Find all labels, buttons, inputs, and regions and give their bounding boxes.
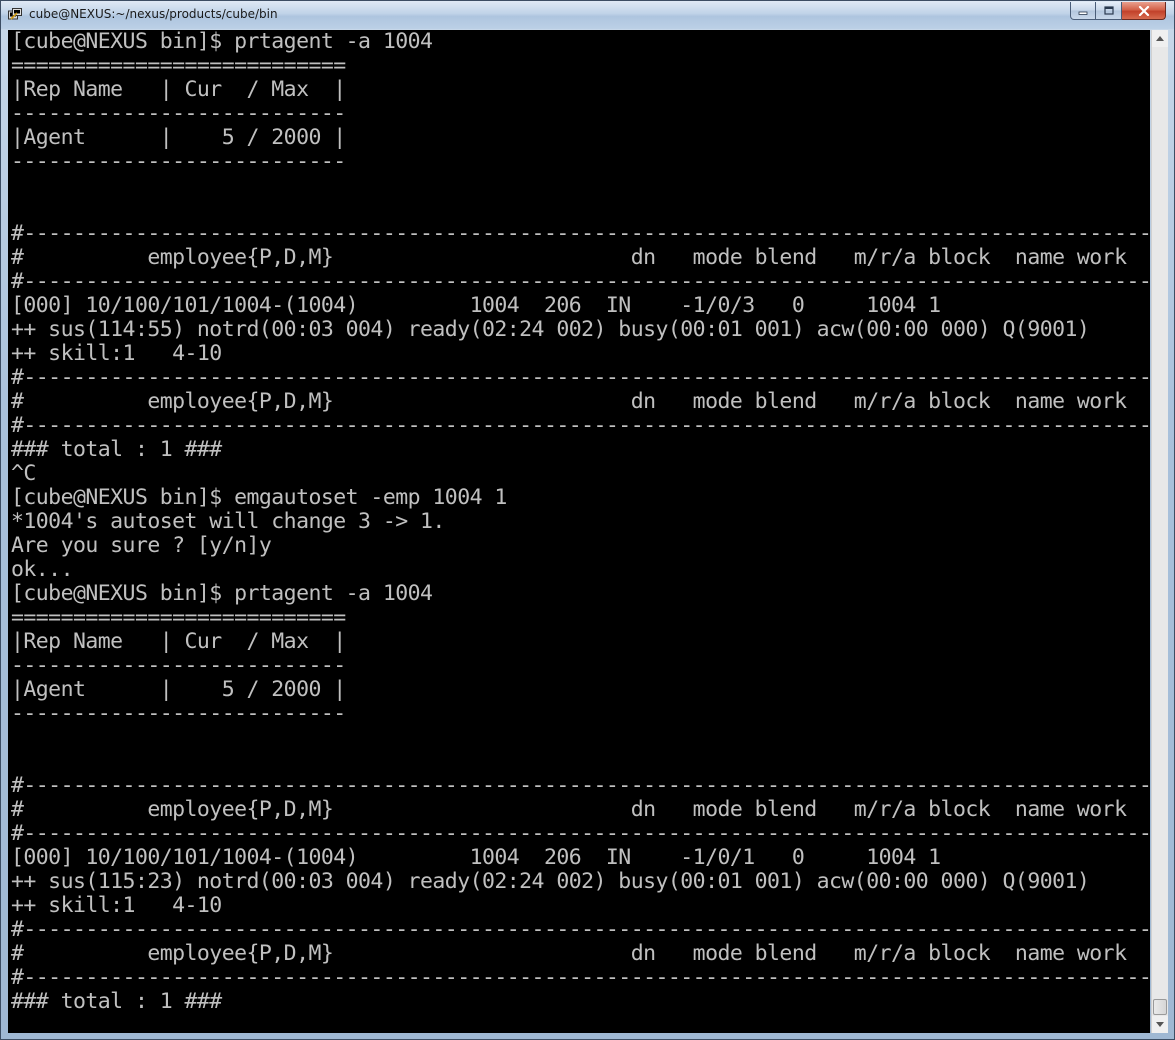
- terminal-line: ---------------------------: [11, 101, 346, 126]
- close-button[interactable]: [1122, 2, 1166, 20]
- terminal-line: #---------------------------------------…: [11, 917, 1150, 942]
- terminal-line: ++ skill:1 4-10: [11, 893, 222, 918]
- scroll-thumb[interactable]: [1153, 999, 1167, 1015]
- minimize-button[interactable]: [1070, 2, 1096, 20]
- terminal-line: Are you sure ? [y/n]y: [11, 533, 272, 558]
- terminal-line: ---------------------------: [11, 653, 346, 678]
- terminal-line: [000] 10/100/101/1004-(1004) 1004 206 IN…: [11, 293, 941, 318]
- terminal-line: #---------------------------------------…: [11, 413, 1150, 438]
- terminal-line: # employee{P,D,M} dn mode blend m/r/a bl…: [11, 797, 1127, 822]
- terminal-line: ### total : 1 ###: [11, 989, 222, 1014]
- terminal-line: #---------------------------------------…: [11, 773, 1150, 798]
- window-title: cube@NEXUS:~/nexus/products/cube/bin: [29, 7, 278, 21]
- terminal-line: ok...: [11, 557, 74, 582]
- scroll-up-button[interactable]: [1152, 30, 1168, 47]
- terminal-line: |Agent | 5 / 2000 |: [11, 125, 346, 150]
- terminal-line: |Agent | 5 / 2000 |: [11, 677, 346, 702]
- terminal-output[interactable]: [cube@NEXUS bin]$ prtagent -a 1004 ======…: [8, 30, 1150, 1033]
- terminal-line: # employee{P,D,M} dn mode blend m/r/a bl…: [11, 389, 1127, 414]
- terminal-line: ===========================: [11, 605, 346, 630]
- putty-terminal-icon: [8, 8, 22, 20]
- scroll-up-arrow-icon: [1156, 36, 1164, 41]
- terminal-line: ++ sus(115:23) notrd(00:03 004) ready(02…: [11, 869, 1090, 894]
- terminal-line: #---------------------------------------…: [11, 269, 1150, 294]
- vertical-scrollbar[interactable]: [1151, 30, 1168, 1033]
- terminal-line: |Rep Name | Cur / Max |: [11, 629, 346, 654]
- terminal-line: *1004's autoset will change 3 -> 1.: [11, 509, 445, 534]
- scroll-down-arrow-icon: [1156, 1022, 1164, 1027]
- terminal-line: ### total : 1 ###: [11, 437, 222, 462]
- terminal-line: ===========================: [11, 53, 346, 78]
- terminal-line: ++ skill:1 4-10: [11, 341, 222, 366]
- terminal-window: cube@NEXUS:~/nexus/products/cube/bin [cu…: [0, 0, 1175, 1040]
- terminal-line: |Rep Name | Cur / Max |: [11, 77, 346, 102]
- terminal-line: ^C: [11, 461, 36, 486]
- terminal-line: #---------------------------------------…: [11, 965, 1150, 990]
- terminal-line: # employee{P,D,M} dn mode blend m/r/a bl…: [11, 941, 1127, 966]
- terminal-line: [cube@NEXUS bin]$ prtagent -a 1004: [11, 30, 433, 54]
- title-bar[interactable]: cube@NEXUS:~/nexus/products/cube/bin: [1, 1, 1174, 29]
- terminal-line: #---------------------------------------…: [11, 365, 1150, 390]
- terminal-line: ++ sus(114:55) notrd(00:03 004) ready(02…: [11, 317, 1090, 342]
- terminal-line: ---------------------------: [11, 149, 346, 174]
- close-icon: [1138, 5, 1149, 16]
- maximize-button[interactable]: [1096, 2, 1122, 20]
- minimize-icon: [1078, 11, 1088, 15]
- terminal-line: [cube@NEXUS bin]$ prtagent -a 1004: [11, 581, 433, 606]
- terminal-line: [000] 10/100/101/1004-(1004) 1004 206 IN…: [11, 845, 941, 870]
- scroll-down-button[interactable]: [1152, 1016, 1168, 1033]
- terminal-lines: [cube@NEXUS bin]$ prtagent -a 1004 ======…: [8, 30, 1150, 1014]
- terminal-line: [cube@NEXUS bin]$ emgautoset -emp 1004 1: [11, 485, 507, 510]
- terminal-line: # employee{P,D,M} dn mode blend m/r/a bl…: [11, 245, 1127, 270]
- terminal-line: #---------------------------------------…: [11, 221, 1150, 246]
- terminal-line: ---------------------------: [11, 701, 346, 726]
- terminal-line: #---------------------------------------…: [11, 821, 1150, 846]
- caption-buttons: [1070, 2, 1166, 20]
- maximize-icon: [1103, 6, 1114, 15]
